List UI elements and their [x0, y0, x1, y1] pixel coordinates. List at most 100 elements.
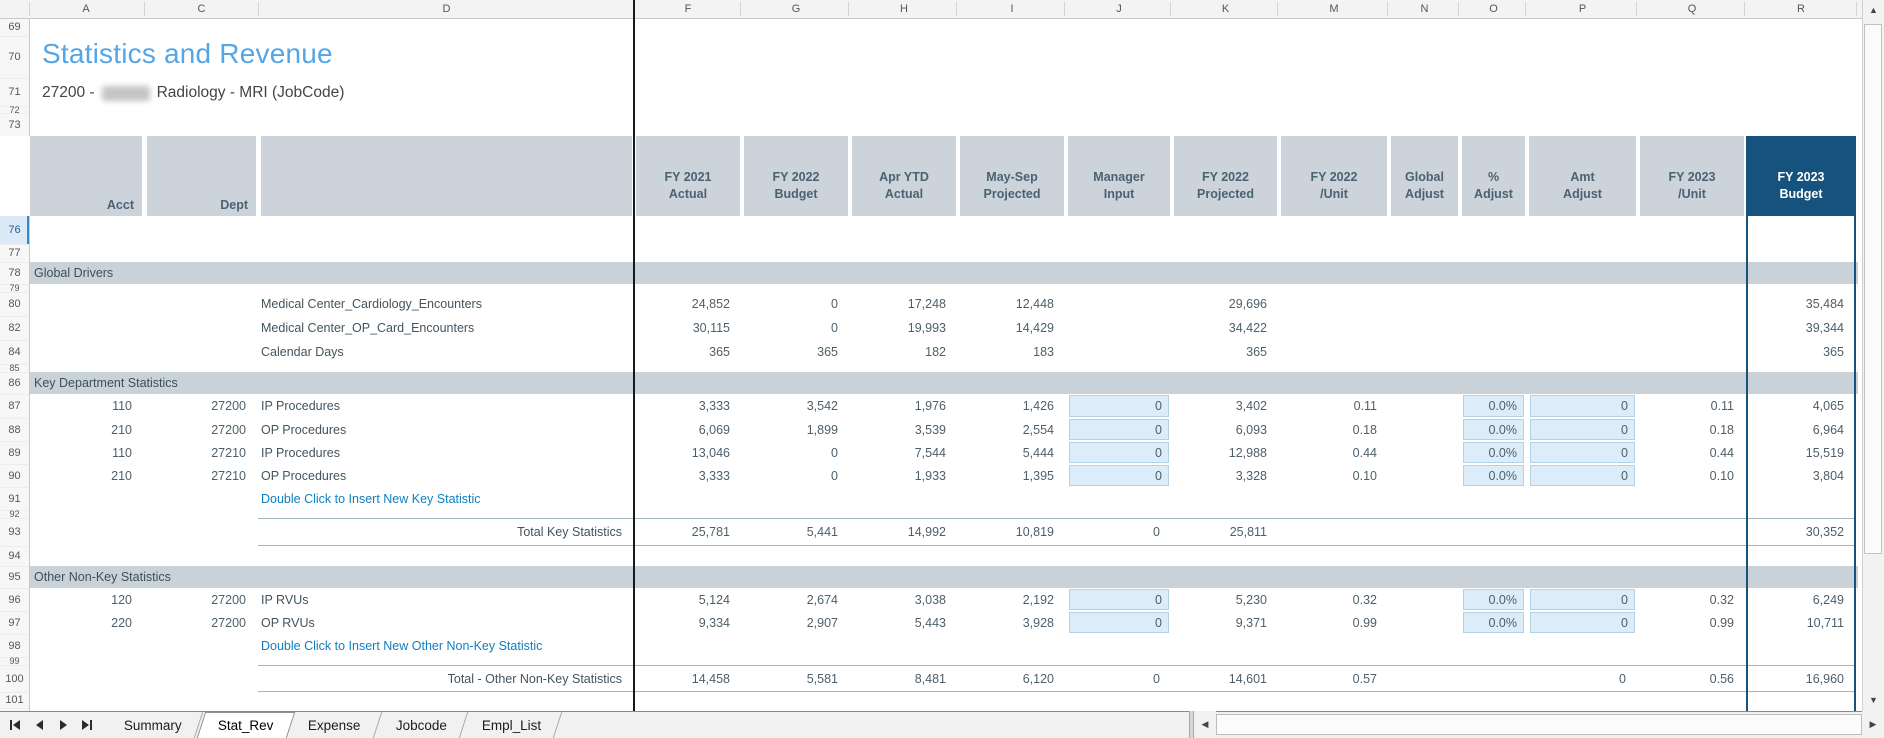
- tab-summary[interactable]: Summary: [104, 712, 203, 738]
- statistic-name-cell[interactable]: IP Procedures: [261, 441, 632, 464]
- value-cell-maysep[interactable]: 1,395: [960, 464, 1054, 487]
- input-cell-mgr[interactable]: 0: [1069, 419, 1169, 440]
- value-cell-fy21[interactable]: 24,852: [636, 292, 730, 316]
- value-cell-fy21[interactable]: 365: [636, 340, 730, 364]
- scroll-down-icon[interactable]: ▼: [1863, 690, 1884, 710]
- value-cell-fy22u[interactable]: 0.44: [1281, 441, 1377, 464]
- value-cell-fy22b[interactable]: 2,674: [744, 588, 838, 611]
- input-cell-amt[interactable]: 0: [1530, 419, 1635, 440]
- value-cell-maysep[interactable]: 10,819: [960, 518, 1054, 546]
- acct-cell[interactable]: 120: [30, 588, 132, 611]
- acct-cell[interactable]: 220: [30, 611, 132, 634]
- input-cell-mgr[interactable]: 0: [1069, 589, 1169, 610]
- value-cell-fy22p[interactable]: 6,093: [1174, 418, 1267, 441]
- value-cell-fy21[interactable]: 3,333: [636, 464, 730, 487]
- value-cell-fy21[interactable]: 25,781: [636, 518, 730, 546]
- value-cell-aprytd[interactable]: 1,976: [852, 394, 946, 418]
- input-cell-amt[interactable]: 0: [1530, 395, 1635, 417]
- value-cell-fy21[interactable]: 14,458: [636, 665, 730, 692]
- value-cell-fy23b[interactable]: 6,964: [1748, 418, 1844, 441]
- value-cell-fy23b[interactable]: 4,065: [1748, 394, 1844, 418]
- tab-stat_rev[interactable]: Stat_Rev: [197, 712, 295, 738]
- value-cell-aprytd[interactable]: 7,544: [852, 441, 946, 464]
- value-cell-aprytd[interactable]: 8,481: [852, 665, 946, 692]
- value-cell-maysep[interactable]: 2,192: [960, 588, 1054, 611]
- value-cell-maysep[interactable]: 6,120: [960, 665, 1054, 692]
- value-cell-fy22b[interactable]: 1,899: [744, 418, 838, 441]
- value-cell-maysep[interactable]: 2,554: [960, 418, 1054, 441]
- acct-cell[interactable]: 210: [30, 418, 132, 441]
- input-cell-pct[interactable]: 0.0%: [1463, 395, 1524, 417]
- value-cell-fy23b[interactable]: 6,249: [1748, 588, 1844, 611]
- value-cell-fy22p[interactable]: 12,988: [1174, 441, 1267, 464]
- value-cell-fy23b[interactable]: 3,804: [1748, 464, 1844, 487]
- value-cell-fy21[interactable]: 30,115: [636, 316, 730, 340]
- horizontal-scrollbar[interactable]: ◀ ▶: [1189, 711, 1884, 738]
- input-cell-amt[interactable]: 0: [1530, 589, 1635, 610]
- input-cell-pct[interactable]: 0.0%: [1463, 419, 1524, 440]
- value-cell-amt[interactable]: 0: [1529, 665, 1626, 692]
- value-cell-aprytd[interactable]: 1,933: [852, 464, 946, 487]
- total-row-label[interactable]: Total Key Statistics: [261, 518, 622, 546]
- value-cell-fy22p[interactable]: 365: [1174, 340, 1267, 364]
- value-cell-fy22b[interactable]: 5,441: [744, 518, 838, 546]
- dept-cell[interactable]: 27200: [147, 394, 246, 418]
- value-cell-fy22b[interactable]: 365: [744, 340, 838, 364]
- dept-cell[interactable]: 27200: [147, 588, 246, 611]
- input-cell-pct[interactable]: 0.0%: [1463, 612, 1524, 633]
- value-cell-fy23b[interactable]: 16,960: [1748, 665, 1844, 692]
- value-cell-fy22b[interactable]: 5,581: [744, 665, 838, 692]
- previous-sheet-icon[interactable]: [28, 714, 50, 736]
- value-cell-aprytd[interactable]: 3,038: [852, 588, 946, 611]
- next-sheet-icon[interactable]: [52, 714, 74, 736]
- value-cell-fy23b[interactable]: 10,711: [1748, 611, 1844, 634]
- insert-statistic-link[interactable]: Double Click to Insert New Key Statistic: [261, 487, 481, 510]
- value-cell-fy23b[interactable]: 39,344: [1748, 316, 1844, 340]
- tab-empl_list[interactable]: Empl_List: [462, 712, 563, 738]
- input-cell-mgr[interactable]: 0: [1069, 395, 1169, 417]
- value-cell-aprytd[interactable]: 5,443: [852, 611, 946, 634]
- value-cell-fy22p[interactable]: 5,230: [1174, 588, 1267, 611]
- statistic-name-cell[interactable]: Calendar Days: [261, 340, 632, 364]
- value-cell-fy22p[interactable]: 9,371: [1174, 611, 1267, 634]
- scroll-left-icon[interactable]: ◀: [1194, 711, 1216, 738]
- value-cell-aprytd[interactable]: 14,992: [852, 518, 946, 546]
- value-cell-fy22b[interactable]: 3,542: [744, 394, 838, 418]
- statistic-name-cell[interactable]: OP Procedures: [261, 464, 632, 487]
- dept-cell[interactable]: 27200: [147, 418, 246, 441]
- value-cell-fy22b[interactable]: 0: [744, 464, 838, 487]
- input-cell-mgr[interactable]: 0: [1069, 612, 1169, 633]
- value-cell-fy23b[interactable]: 30,352: [1748, 518, 1844, 546]
- value-cell-maysep[interactable]: 183: [960, 340, 1054, 364]
- value-cell-fy22p[interactable]: 3,328: [1174, 464, 1267, 487]
- value-cell-fy22b[interactable]: 0: [744, 441, 838, 464]
- value-cell-mgr[interactable]: 0: [1068, 518, 1160, 546]
- dept-cell[interactable]: 27200: [147, 611, 246, 634]
- input-cell-pct[interactable]: 0.0%: [1463, 589, 1524, 610]
- value-cell-mgr[interactable]: 0: [1068, 665, 1160, 692]
- statistic-name-cell[interactable]: IP RVUs: [261, 588, 632, 611]
- acct-cell[interactable]: 110: [30, 441, 132, 464]
- value-cell-fy21[interactable]: 5,124: [636, 588, 730, 611]
- value-cell-fy23u[interactable]: 0.11: [1640, 394, 1734, 418]
- tab-jobcode[interactable]: Jobcode: [376, 712, 468, 738]
- value-cell-fy21[interactable]: 3,333: [636, 394, 730, 418]
- statistic-name-cell[interactable]: OP Procedures: [261, 418, 632, 441]
- value-cell-fy21[interactable]: 9,334: [636, 611, 730, 634]
- dept-cell[interactable]: 27210: [147, 441, 246, 464]
- first-sheet-icon[interactable]: [4, 714, 26, 736]
- value-cell-maysep[interactable]: 12,448: [960, 292, 1054, 316]
- value-cell-fy23u[interactable]: 0.18: [1640, 418, 1734, 441]
- value-cell-aprytd[interactable]: 3,539: [852, 418, 946, 441]
- value-cell-fy23b[interactable]: 15,519: [1748, 441, 1844, 464]
- value-cell-fy22p[interactable]: 29,696: [1174, 292, 1267, 316]
- value-cell-fy23u[interactable]: 0.99: [1640, 611, 1734, 634]
- value-cell-fy22u[interactable]: 0.10: [1281, 464, 1377, 487]
- input-cell-pct[interactable]: 0.0%: [1463, 465, 1524, 486]
- value-cell-fy23u[interactable]: 0.56: [1640, 665, 1734, 692]
- value-cell-fy23u[interactable]: 0.10: [1640, 464, 1734, 487]
- value-cell-maysep[interactable]: 5,444: [960, 441, 1054, 464]
- acct-cell[interactable]: 210: [30, 464, 132, 487]
- acct-cell[interactable]: 110: [30, 394, 132, 418]
- input-cell-pct[interactable]: 0.0%: [1463, 442, 1524, 463]
